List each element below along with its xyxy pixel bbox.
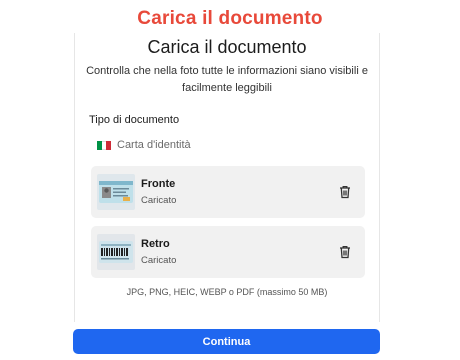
italy-flag-icon — [97, 140, 112, 150]
card-instructions: Controlla che nella foto tutte le inform… — [86, 65, 368, 94]
front-title: Fronte — [141, 178, 176, 190]
front-side-item[interactable]: Fronte Caricato — [91, 166, 365, 218]
back-status: Caricato — [141, 255, 177, 266]
back-side-item[interactable]: Retro Caricato — [91, 226, 365, 278]
id-card-front-icon — [97, 174, 135, 210]
back-title: Retro — [141, 238, 170, 250]
document-type-value: Carta d'identità — [117, 139, 191, 151]
upload-document-page: Carica il documento Carica il documento … — [0, 0, 460, 360]
upload-card: Carica il documento Controlla che nella … — [74, 33, 380, 322]
trash-icon[interactable] — [339, 185, 351, 199]
front-status: Caricato — [141, 195, 177, 206]
card-title: Carica il documento — [147, 37, 307, 57]
continue-button[interactable]: Continua — [73, 329, 380, 354]
document-type-selector[interactable]: Carta d'identità — [97, 137, 191, 153]
trash-icon[interactable] — [339, 245, 351, 259]
page-title: Carica il documento — [137, 8, 323, 29]
id-card-back-icon — [97, 234, 135, 270]
document-type-label: Tipo di documento — [89, 114, 180, 126]
accepted-formats-note: JPG, PNG, HEIC, WEBP o PDF (massimo 50 M… — [126, 287, 328, 297]
